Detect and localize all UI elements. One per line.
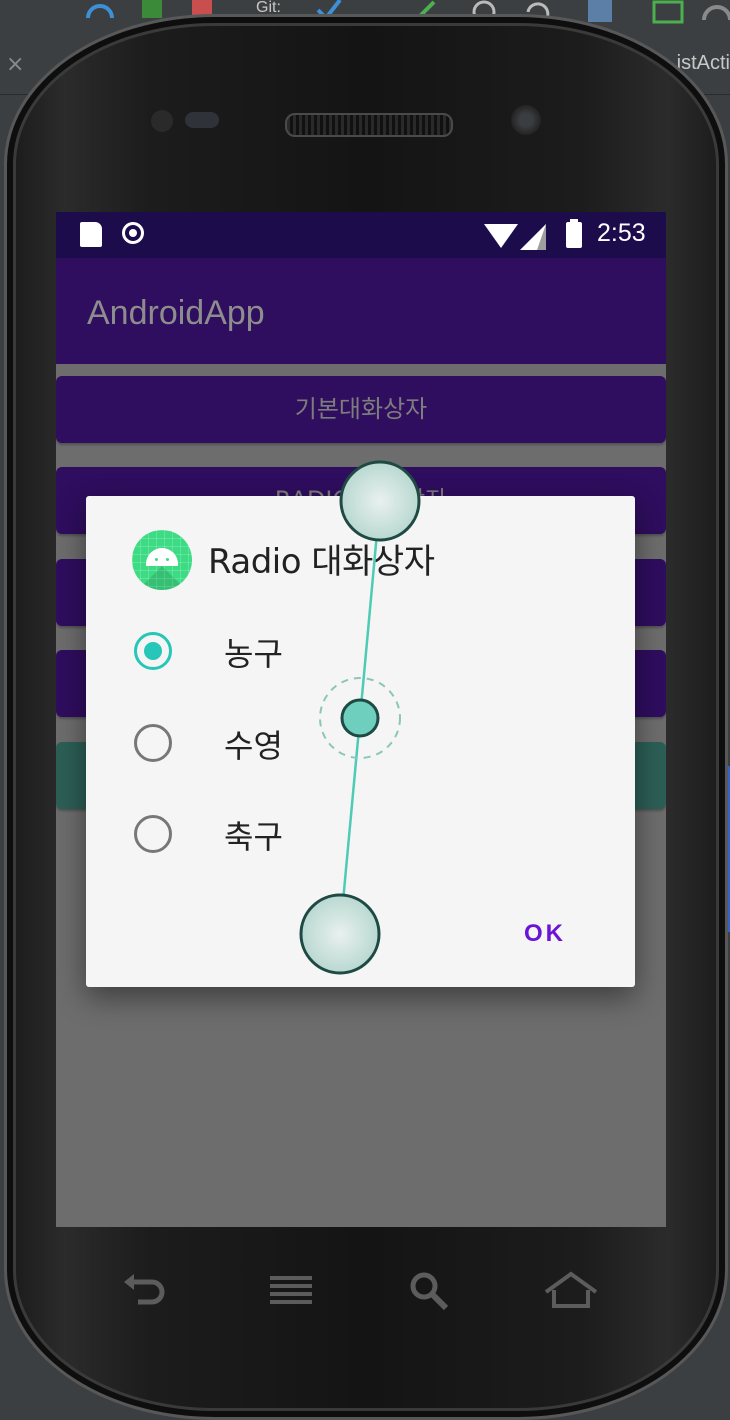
ok-button[interactable]: OK	[524, 920, 566, 948]
radio-option[interactable]: 축구	[86, 800, 635, 870]
profiler-icon[interactable]	[86, 4, 114, 19]
radio-dialog: Radio 대화상자 농구 수영 축구 OK	[86, 496, 635, 987]
proximity-sensor	[151, 110, 173, 132]
radio-button[interactable]	[134, 815, 172, 853]
run-config-icon[interactable]	[652, 0, 684, 24]
debug-icon[interactable]	[142, 0, 162, 18]
earpiece-speaker	[285, 113, 453, 137]
close-icon[interactable]: ×	[6, 52, 24, 77]
radio-option[interactable]: 수영	[86, 709, 635, 779]
radio-option-label[interactable]: 수영	[224, 721, 283, 767]
basic-dialog-button[interactable]: 기본대화상자	[56, 376, 666, 443]
editor-tab-label[interactable]: istActi	[677, 52, 730, 75]
record-icon	[122, 222, 144, 244]
home-icon[interactable]	[542, 1270, 600, 1314]
search-icon[interactable]	[408, 1270, 452, 1314]
radio-button-checked[interactable]	[134, 632, 172, 670]
status-bar: 2:53	[56, 212, 666, 258]
android-app-icon	[132, 530, 192, 590]
front-camera	[511, 105, 541, 135]
app-bar: AndroidApp	[56, 258, 666, 364]
sdk-icon[interactable]	[588, 0, 612, 22]
radio-option-label[interactable]: 농구	[224, 629, 283, 675]
battery-icon	[566, 219, 582, 248]
device-icon[interactable]	[702, 5, 730, 21]
signal-empty-icon	[537, 224, 546, 250]
wifi-icon	[484, 224, 518, 248]
back-icon[interactable]	[120, 1270, 170, 1310]
device-screen: 2:53 AndroidApp 기본대화상자 RADIO 대화상자 Radio …	[56, 212, 666, 1227]
radio-option[interactable]: 농구	[86, 617, 635, 687]
radio-option-label[interactable]: 축구	[224, 812, 283, 858]
dialog-title: Radio 대화상자	[208, 542, 435, 582]
app-title: AndroidApp	[87, 294, 265, 332]
status-time: 2:53	[597, 219, 646, 247]
radio-button[interactable]	[134, 724, 172, 762]
sd-card-icon	[80, 222, 102, 247]
light-sensor	[185, 112, 219, 128]
menu-icon[interactable]	[268, 1270, 314, 1310]
